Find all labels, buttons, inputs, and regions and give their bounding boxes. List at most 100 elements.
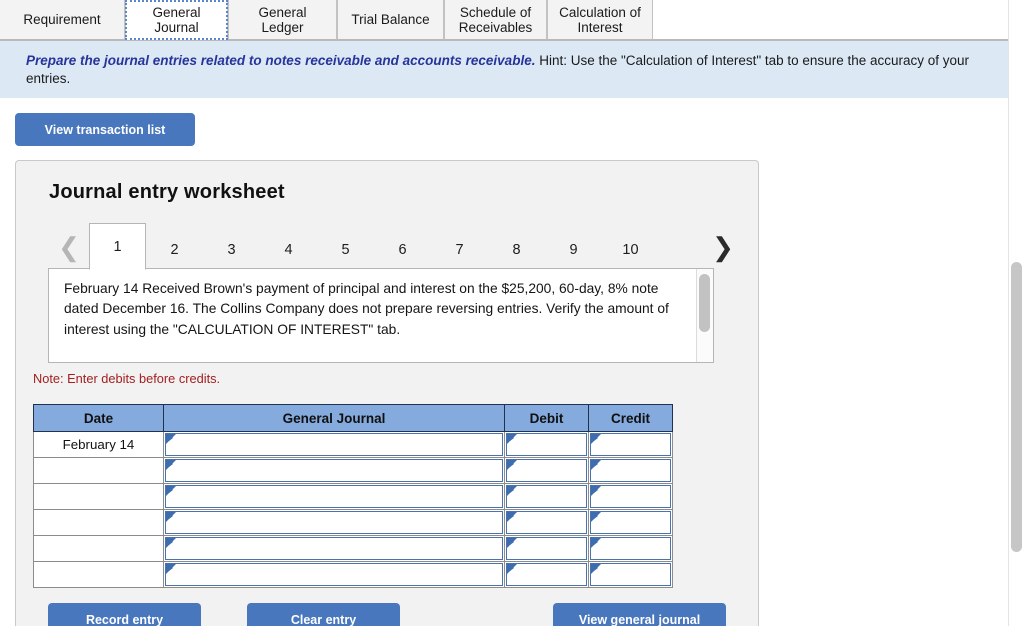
tab-strip-filler [653,0,1008,40]
date-cell[interactable] [33,483,164,510]
credit-cell[interactable] [588,509,673,536]
table-row [33,509,673,536]
page-scrollbar[interactable] [1008,0,1024,626]
tab-general-journal[interactable]: General Journal [125,0,228,40]
tab-schedule-of-receivables[interactable]: Schedule of Receivables [444,0,547,40]
view-general-journal-button[interactable]: View general journal [553,603,726,626]
credit-cell[interactable] [588,457,673,484]
pager-label: 5 [341,242,350,258]
general-journal-input[interactable] [165,511,503,534]
pager-page-4[interactable]: 4 [260,230,317,270]
pager-label: 3 [227,242,236,258]
date-cell[interactable] [33,535,164,562]
description-scrollbar[interactable] [696,269,713,362]
record-entry-button[interactable]: Record entry [48,603,201,626]
pager-page-3[interactable]: 3 [203,230,260,270]
pager-label: 1 [113,238,122,255]
journal-entry-table: Date General Journal Debit Credit Februa… [33,404,673,588]
pager-label: 8 [512,242,521,258]
credit-cell[interactable] [588,483,673,510]
page-title: Journal entry worksheet [49,181,285,203]
debit-input[interactable] [506,563,587,586]
tab-label: Trial Balance [351,12,430,27]
pager-page-7[interactable]: 7 [431,230,488,270]
debit-cell[interactable] [504,509,589,536]
pager-page-1[interactable]: 1 [89,223,146,270]
debit-input[interactable] [506,511,587,534]
debit-cell[interactable] [504,535,589,562]
chevron-right-icon[interactable]: ❯ [703,223,743,270]
date-cell[interactable] [33,457,164,484]
debit-input[interactable] [506,485,587,508]
debits-before-credits-note: Note: Enter debits before credits. [33,371,221,386]
debit-input[interactable] [506,537,587,560]
credit-input[interactable] [590,511,671,534]
table-row [33,535,673,562]
tab-label: Schedule of Receivables [458,4,533,35]
date-cell[interactable] [33,509,164,536]
date-cell[interactable] [33,561,164,588]
general-journal-input[interactable] [165,537,503,560]
clear-entry-button[interactable]: Clear entry [247,603,400,626]
tab-label: General Ledger [258,4,307,35]
general-journal-cell[interactable] [163,457,505,484]
pager-label: 4 [284,242,293,258]
pager-label: 10 [622,242,639,258]
column-header-date: Date [33,404,164,432]
table-row [33,483,673,510]
table-row: February 14 [33,431,673,458]
instruction-banner: Prepare the journal entries related to n… [0,41,1008,98]
general-journal-cell[interactable] [163,509,505,536]
debit-input[interactable] [506,433,587,456]
column-header-general-journal: General Journal [163,404,505,432]
pager-label: 2 [170,242,179,258]
credit-input[interactable] [590,433,671,456]
tab-trial-balance[interactable]: Trial Balance [337,0,444,40]
general-journal-cell[interactable] [163,561,505,588]
general-journal-cell[interactable] [163,431,505,458]
pager-label: 6 [398,242,407,258]
general-journal-input[interactable] [165,459,503,482]
date-cell[interactable]: February 14 [33,431,164,458]
view-transaction-list-button[interactable]: View transaction list [15,113,195,146]
page-scrollbar-thumb[interactable] [1011,262,1022,552]
general-journal-input[interactable] [165,433,503,456]
credit-cell[interactable] [588,535,673,562]
debit-cell[interactable] [504,431,589,458]
pager-page-10[interactable]: 10 [602,230,659,270]
tab-general-ledger[interactable]: General Ledger [228,0,337,40]
credit-cell[interactable] [588,561,673,588]
transaction-description-box: February 14 Received Brown's payment of … [48,268,714,363]
column-header-debit: Debit [504,404,589,432]
tab-calculation-of-interest[interactable]: Calculation of Interest [547,0,653,40]
pager-page-5[interactable]: 5 [317,230,374,270]
debit-input[interactable] [506,459,587,482]
general-journal-cell[interactable] [163,535,505,562]
pager-label: 7 [455,242,464,258]
pager-page-9[interactable]: 9 [545,230,602,270]
debit-cell[interactable] [504,561,589,588]
general-journal-cell[interactable] [163,483,505,510]
credit-input[interactable] [590,563,671,586]
tab-label: General Journal [152,5,201,35]
chevron-left-icon[interactable]: ❮ [49,223,89,270]
credit-input[interactable] [590,485,671,508]
column-header-credit: Credit [588,404,673,432]
pager-page-8[interactable]: 8 [488,230,545,270]
debit-cell[interactable] [504,457,589,484]
credit-cell[interactable] [588,431,673,458]
debit-cell[interactable] [504,483,589,510]
instruction-lead: Prepare the journal entries related to n… [26,53,536,68]
table-header-row: Date General Journal Debit Credit [33,404,673,432]
general-journal-input[interactable] [165,485,503,508]
general-journal-input[interactable] [165,563,503,586]
description-scrollbar-thumb[interactable] [699,274,710,332]
tab-label: Requirement [23,12,101,27]
credit-input[interactable] [590,537,671,560]
credit-input[interactable] [590,459,671,482]
page-root: Requirement General Journal General Ledg… [0,0,1024,626]
table-row [33,457,673,484]
pager-page-2[interactable]: 2 [146,230,203,270]
pager-page-6[interactable]: 6 [374,230,431,270]
tab-requirement[interactable]: Requirement [0,0,125,40]
